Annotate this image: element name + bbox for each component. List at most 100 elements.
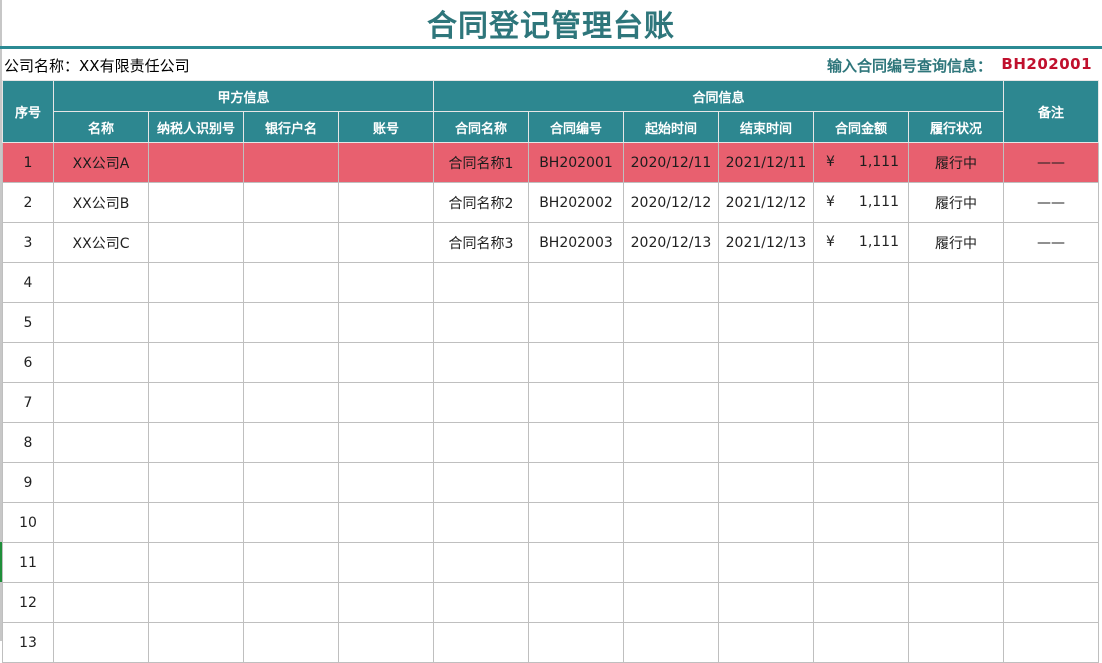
cell-tax-id[interactable] xyxy=(148,462,244,503)
cell-account[interactable] xyxy=(338,142,434,183)
cell-remark[interactable] xyxy=(1003,582,1099,623)
cell-contract-no[interactable] xyxy=(528,302,624,343)
cell-amount[interactable] xyxy=(813,382,909,423)
cell-bank-name[interactable] xyxy=(243,502,339,543)
cell-tax-id[interactable] xyxy=(148,622,244,663)
cell-name[interactable] xyxy=(53,382,149,423)
cell-seq[interactable]: 5 xyxy=(2,302,54,343)
cell-end[interactable] xyxy=(718,462,814,503)
cell-contract-name[interactable] xyxy=(433,262,529,303)
cell-status[interactable] xyxy=(908,382,1004,423)
cell-contract-no[interactable]: BH202002 xyxy=(528,182,624,223)
header-seq[interactable]: 序号 xyxy=(2,80,54,143)
cell-remark[interactable] xyxy=(1003,342,1099,383)
cell-contract-name[interactable] xyxy=(433,542,529,583)
cell-bank-name[interactable] xyxy=(243,182,339,223)
cell-seq[interactable]: 1 xyxy=(2,142,54,183)
cell-bank-name[interactable] xyxy=(243,222,339,263)
cell-account[interactable] xyxy=(338,462,434,503)
cell-status[interactable] xyxy=(908,622,1004,663)
cell-contract-no[interactable]: BH202001 xyxy=(528,142,624,183)
cell-account[interactable] xyxy=(338,622,434,663)
cell-tax-id[interactable] xyxy=(148,142,244,183)
cell-end[interactable] xyxy=(718,422,814,463)
cell-amount[interactable] xyxy=(813,302,909,343)
cell-start[interactable] xyxy=(623,622,719,663)
cell-contract-name[interactable] xyxy=(433,342,529,383)
cell-bank-name[interactable] xyxy=(243,582,339,623)
cell-name[interactable] xyxy=(53,622,149,663)
header-contract[interactable]: 合同信息 xyxy=(433,80,1004,112)
cell-end[interactable] xyxy=(718,262,814,303)
cell-contract-name[interactable]: 合同名称2 xyxy=(433,182,529,223)
header-col-contract-name[interactable]: 合同名称 xyxy=(433,111,529,143)
cell-remark[interactable] xyxy=(1003,422,1099,463)
cell-contract-no[interactable] xyxy=(528,582,624,623)
header-col-name[interactable]: 名称 xyxy=(53,111,149,143)
cell-contract-name[interactable] xyxy=(433,302,529,343)
cell-seq[interactable]: 2 xyxy=(2,182,54,223)
cell-start[interactable]: 2020/12/13 xyxy=(623,222,719,263)
cell-end[interactable]: 2021/12/12 xyxy=(718,182,814,223)
cell-status[interactable] xyxy=(908,582,1004,623)
cell-contract-no[interactable] xyxy=(528,342,624,383)
cell-amount[interactable] xyxy=(813,582,909,623)
cell-name[interactable] xyxy=(53,302,149,343)
cell-name[interactable] xyxy=(53,462,149,503)
cell-contract-no[interactable] xyxy=(528,502,624,543)
cell-tax-id[interactable] xyxy=(148,182,244,223)
cell-name[interactable] xyxy=(53,262,149,303)
cell-tax-id[interactable] xyxy=(148,382,244,423)
cell-end[interactable] xyxy=(718,542,814,583)
cell-account[interactable] xyxy=(338,302,434,343)
cell-remark[interactable] xyxy=(1003,262,1099,303)
cell-status[interactable] xyxy=(908,262,1004,303)
cell-contract-no[interactable] xyxy=(528,262,624,303)
cell-start[interactable] xyxy=(623,262,719,303)
page-title[interactable]: 合同登记管理台账 xyxy=(0,0,1102,46)
header-col-start[interactable]: 起始时间 xyxy=(623,111,719,143)
cell-tax-id[interactable] xyxy=(148,222,244,263)
cell-amount[interactable] xyxy=(813,262,909,303)
cell-contract-name[interactable]: 合同名称1 xyxy=(433,142,529,183)
cell-seq[interactable]: 10 xyxy=(2,502,54,543)
cell-end[interactable] xyxy=(718,622,814,663)
header-col-end[interactable]: 结束时间 xyxy=(718,111,814,143)
cell-start[interactable] xyxy=(623,302,719,343)
cell-status[interactable]: 履行中 xyxy=(908,182,1004,223)
cell-account[interactable] xyxy=(338,382,434,423)
cell-name[interactable]: XX公司A xyxy=(53,142,149,183)
cell-bank-name[interactable] xyxy=(243,382,339,423)
cell-remark[interactable]: —— xyxy=(1003,182,1099,223)
cell-name[interactable] xyxy=(53,582,149,623)
cell-status[interactable]: 履行中 xyxy=(908,222,1004,263)
cell-tax-id[interactable] xyxy=(148,542,244,583)
cell-end[interactable]: 2021/12/11 xyxy=(718,142,814,183)
cell-end[interactable]: 2021/12/13 xyxy=(718,222,814,263)
cell-remark[interactable]: —— xyxy=(1003,222,1099,263)
cell-start[interactable] xyxy=(623,542,719,583)
cell-bank-name[interactable] xyxy=(243,302,339,343)
cell-account[interactable] xyxy=(338,182,434,223)
cell-seq[interactable]: 13 xyxy=(2,622,54,663)
cell-contract-name[interactable] xyxy=(433,422,529,463)
cell-status[interactable] xyxy=(908,422,1004,463)
cell-seq[interactable]: 9 xyxy=(2,462,54,503)
cell-name[interactable] xyxy=(53,542,149,583)
cell-status[interactable] xyxy=(908,502,1004,543)
cell-seq[interactable]: 7 xyxy=(2,382,54,423)
cell-start[interactable]: 2020/12/12 xyxy=(623,182,719,223)
cell-amount[interactable]: ¥1,111 xyxy=(813,182,909,223)
header-col-amount[interactable]: 合同金额 xyxy=(813,111,909,143)
cell-bank-name[interactable] xyxy=(243,142,339,183)
cell-status[interactable]: 履行中 xyxy=(908,142,1004,183)
cell-status[interactable] xyxy=(908,302,1004,343)
cell-tax-id[interactable] xyxy=(148,502,244,543)
cell-status[interactable] xyxy=(908,542,1004,583)
header-remarks[interactable]: 备注 xyxy=(1003,80,1099,143)
cell-bank-name[interactable] xyxy=(243,542,339,583)
cell-seq[interactable]: 12 xyxy=(2,582,54,623)
cell-account[interactable] xyxy=(338,542,434,583)
cell-remark[interactable] xyxy=(1003,502,1099,543)
cell-seq[interactable]: 3 xyxy=(2,222,54,263)
